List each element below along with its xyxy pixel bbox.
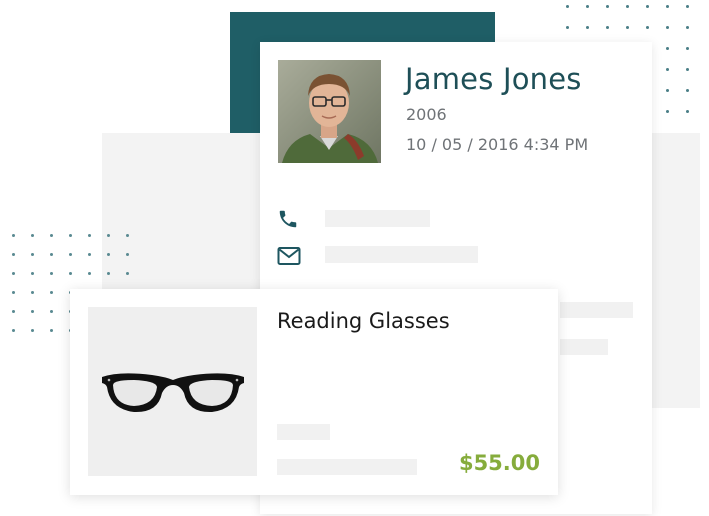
decor-dot (12, 329, 15, 332)
decor-dot (31, 310, 34, 313)
decor-dot (31, 291, 34, 294)
decor-dot (666, 26, 669, 29)
decor-dot (686, 110, 689, 113)
person-photo-icon (278, 60, 381, 163)
decor-dot (126, 234, 129, 237)
detail-placeholder-2 (560, 339, 608, 355)
mail-icon (277, 247, 301, 265)
decor-dot (88, 253, 91, 256)
decor-dot (31, 329, 34, 332)
decor-dot (606, 5, 609, 8)
decor-dot (566, 5, 569, 8)
decor-dot (107, 272, 110, 275)
decor-dot (586, 26, 589, 29)
product-price: $55.00 (458, 451, 540, 475)
decor-dot (50, 310, 53, 313)
product-card[interactable]: Reading Glasses $55.00 (70, 289, 558, 495)
decor-dot (31, 234, 34, 237)
decor-dot (686, 5, 689, 8)
decor-dot (12, 234, 15, 237)
profile-year: 2006 (406, 105, 447, 124)
decor-dot (12, 272, 15, 275)
decor-dot (88, 272, 91, 275)
decor-dot (646, 26, 649, 29)
avatar (278, 60, 381, 163)
product-placeholder-1 (277, 424, 330, 440)
decor-dot (50, 253, 53, 256)
decor-dot (31, 253, 34, 256)
decor-dot (646, 5, 649, 8)
decor-dot (666, 47, 669, 50)
decor-dot (69, 272, 72, 275)
decor-dot (50, 291, 53, 294)
decor-dot (31, 272, 34, 275)
decor-dot (126, 253, 129, 256)
decor-dot (107, 234, 110, 237)
decor-dot (666, 5, 669, 8)
decor-dot (69, 234, 72, 237)
decor-dot (69, 253, 72, 256)
product-title: Reading Glasses (277, 309, 450, 333)
phone-placeholder (325, 210, 430, 227)
profile-datetime: 10 / 05 / 2016 4:34 PM (406, 135, 589, 154)
decor-dot (626, 26, 629, 29)
decor-dot (606, 26, 609, 29)
decor-dot (50, 234, 53, 237)
decor-dot (666, 89, 669, 92)
decor-dot (666, 68, 669, 71)
decor-dot (107, 253, 110, 256)
decor-dot (686, 68, 689, 71)
glasses-icon (102, 373, 244, 413)
profile-name: James Jones (405, 62, 582, 96)
decor-dot (50, 329, 53, 332)
phone-icon (279, 210, 297, 228)
decor-dot (686, 89, 689, 92)
email-placeholder (325, 246, 478, 263)
product-image (88, 307, 257, 476)
decor-dot (126, 272, 129, 275)
decor-dot (566, 26, 569, 29)
decor-dot (50, 272, 53, 275)
decor-dot (586, 5, 589, 8)
product-placeholder-2 (277, 459, 417, 475)
decor-dot (686, 26, 689, 29)
decor-dot (686, 47, 689, 50)
decor-dot (626, 5, 629, 8)
decor-dot (666, 110, 669, 113)
decor-dot (12, 291, 15, 294)
decor-dot (88, 234, 91, 237)
decor-dot (12, 253, 15, 256)
decor-dot (12, 310, 15, 313)
detail-placeholder-1 (560, 302, 633, 318)
